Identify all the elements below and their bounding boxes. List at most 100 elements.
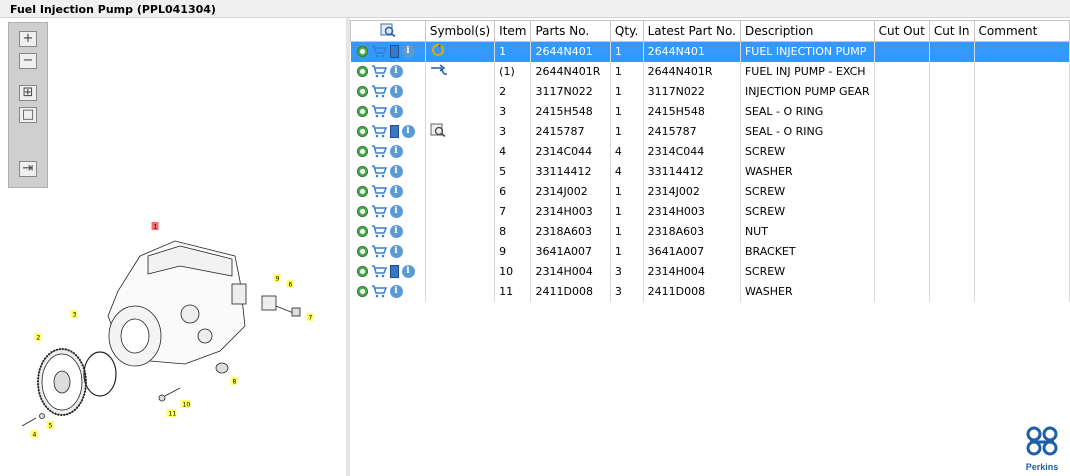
cell-description: INJECTION PUMP GEAR (740, 81, 875, 102)
info-icon[interactable]: i (401, 265, 415, 278)
gear-icon[interactable] (356, 246, 368, 257)
cell-qty: 1 (610, 61, 644, 82)
callout-11[interactable]: 11 (166, 409, 177, 417)
callout-7[interactable]: 7 (306, 313, 314, 321)
callout-6[interactable]: 6 (286, 280, 294, 288)
callout-10[interactable]: 10 (180, 400, 191, 408)
callout-label: 11 (169, 410, 177, 417)
callout-5[interactable]: 5 (46, 421, 54, 429)
cart-icon[interactable] (371, 205, 387, 218)
book-icon[interactable] (389, 45, 399, 59)
info-icon[interactable]: i (389, 225, 403, 238)
cell-part-no: 3117N022 (530, 81, 611, 102)
table-row[interactable]: i 11 2411D008 3 2411D008 WASHER (350, 281, 1070, 302)
table-row[interactable]: i 10 2314H004 3 2314H004 SCREW (350, 261, 1070, 282)
cell-part-no: 2644N401R (530, 61, 611, 82)
row-actions: i (350, 181, 426, 202)
table-row[interactable]: i 4 2314C044 4 2314C044 SCREW (350, 141, 1070, 162)
info-icon[interactable]: i (389, 85, 403, 98)
gear-icon[interactable] (356, 126, 368, 137)
export-button[interactable]: ⇥ (19, 161, 37, 177)
cart-icon[interactable] (371, 85, 387, 98)
cart-icon[interactable] (371, 45, 387, 58)
cart-icon[interactable] (371, 225, 387, 238)
table-row[interactable]: i (1) 2644N401R 1 2644N401R FUEL INJ PUMP - E… (350, 61, 1070, 82)
column-header-cut-in[interactable]: Cut In (928, 20, 975, 42)
gear-icon[interactable] (356, 266, 368, 277)
column-header-actions[interactable] (350, 20, 426, 42)
callout-3[interactable]: 3 (70, 310, 78, 318)
info-icon[interactable]: i (389, 185, 403, 198)
callout-1[interactable]: 1 (151, 222, 159, 230)
cell-cut-out (874, 221, 930, 242)
callout-2[interactable]: 2 (34, 333, 42, 341)
table-row[interactable]: i 7 2314H003 1 2314H003 SCREW (350, 201, 1070, 222)
gear-icon[interactable] (356, 106, 368, 117)
illustration-pane: + − ⊞ □ ⇥ 1 2 3 4 5 6 7 8 9 10 11 (0, 18, 346, 476)
table-row[interactable]: i 3 2415H548 1 2415H548 SEAL - O RING (350, 101, 1070, 122)
info-icon[interactable]: i (401, 125, 415, 138)
book-icon[interactable] (389, 265, 399, 278)
callout-label: 6 (289, 281, 293, 288)
callout-4[interactable]: 4 (30, 430, 38, 438)
column-header-comment[interactable]: Comment (973, 20, 1070, 42)
info-icon[interactable]: i (389, 65, 403, 78)
table-row[interactable]: i 8 2318A603 1 2318A603 NUT (350, 221, 1070, 242)
fit-page-button[interactable]: □ (19, 107, 37, 123)
table-row[interactable]: i 5 33114412 4 33114412 WASHER (350, 161, 1070, 182)
gear-icon[interactable] (356, 226, 368, 237)
cell-item: 5 (494, 161, 532, 182)
info-icon[interactable]: i (389, 145, 403, 158)
zoom-in-button[interactable]: + (19, 31, 37, 47)
cart-icon[interactable] (371, 265, 387, 278)
cart-icon[interactable] (371, 165, 387, 178)
exploded-parts-drawing[interactable]: 1 2 3 4 5 6 7 8 9 10 11 (0, 196, 346, 476)
cart-icon[interactable] (371, 65, 387, 78)
cell-item: 4 (494, 141, 532, 162)
column-header-item[interactable]: Item (494, 20, 532, 42)
gear-icon[interactable] (356, 146, 368, 157)
column-header-cut-out[interactable]: Cut Out (873, 20, 930, 42)
zoom-out-button[interactable]: − (19, 53, 37, 69)
fit-all-button[interactable]: ⊞ (19, 85, 37, 101)
info-icon[interactable]: i (389, 165, 403, 178)
info-icon[interactable]: i (389, 205, 403, 218)
cart-icon[interactable] (371, 145, 387, 158)
callout-8[interactable]: 8 (230, 377, 238, 385)
gear-icon[interactable] (356, 66, 368, 77)
table-row[interactable]: i 1 2644N401 1 2644N401 FUEL INJECTION PUMP (350, 41, 1070, 62)
table-row[interactable]: i 2 3117N022 1 3117N022 INJECTION PUMP GEAR (350, 81, 1070, 102)
column-header-description[interactable]: Description (739, 20, 875, 42)
gear-icon[interactable] (356, 166, 368, 177)
column-header-qty[interactable]: Qty. (609, 20, 644, 42)
gear-icon[interactable] (356, 46, 368, 58)
cell-cut-in (929, 201, 975, 222)
cell-latest-part-no: 2314J002 (643, 181, 741, 202)
table-row[interactable]: i 3 2415787 1 2415787 SEAL - O RING (350, 121, 1070, 142)
gear-icon[interactable] (356, 206, 368, 217)
column-header-part-no[interactable]: Parts No. (530, 20, 611, 42)
table-row[interactable]: i 6 2314J002 1 2314J002 SCREW (350, 181, 1070, 202)
book-icon[interactable] (389, 125, 399, 138)
info-icon[interactable]: i (389, 285, 403, 298)
cart-icon[interactable] (371, 185, 387, 198)
info-icon[interactable]: i (389, 245, 403, 258)
cell-qty: 1 (610, 121, 644, 142)
cell-latest-part-no: 3117N022 (643, 81, 741, 102)
gear-icon[interactable] (356, 86, 368, 97)
gear-icon[interactable] (356, 286, 368, 297)
table-row[interactable]: i 9 3641A007 1 3641A007 BRACKET (350, 241, 1070, 262)
info-icon[interactable]: i (401, 45, 415, 59)
cart-icon[interactable] (371, 125, 387, 138)
column-header-latest-part-no[interactable]: Latest Part No. (642, 20, 741, 42)
row-actions: i (350, 61, 426, 82)
row-symbols (425, 241, 496, 262)
cart-icon[interactable] (371, 105, 387, 118)
gear-icon[interactable] (356, 186, 368, 197)
cell-comment (974, 81, 1070, 102)
cart-icon[interactable] (371, 285, 387, 298)
column-header-symbols[interactable]: Symbol(s) (424, 20, 496, 42)
callout-9[interactable]: 9 (273, 274, 281, 282)
info-icon[interactable]: i (389, 105, 403, 118)
cart-icon[interactable] (371, 245, 387, 258)
